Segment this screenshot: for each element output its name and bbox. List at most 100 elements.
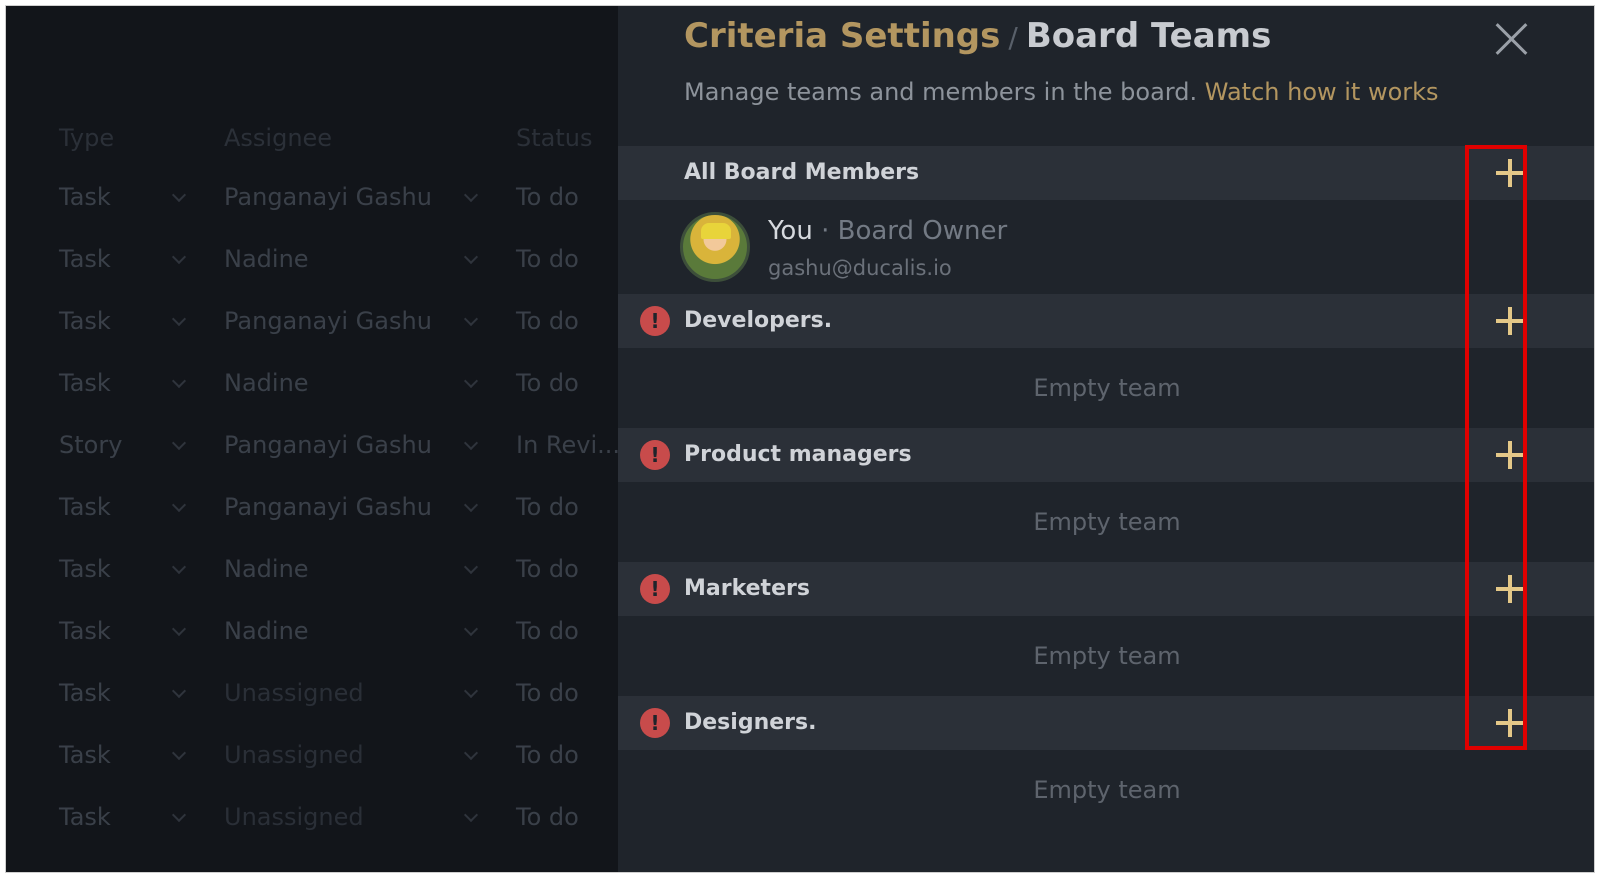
table-row[interactable]: Task Unassigned To do: [6, 786, 618, 848]
assignee-cell: Nadine: [224, 555, 309, 583]
chevron-down-icon[interactable]: [171, 497, 187, 513]
type-cell: Task: [59, 369, 111, 397]
watch-how-it-works-link[interactable]: Watch how it works: [1205, 78, 1439, 106]
team-body: Empty team: [618, 482, 1594, 562]
status-cell: To do: [516, 679, 579, 707]
member-row: You · Board Owner gashu@ducalis.io: [618, 200, 1594, 294]
assignee-cell: Panganayi Gashu: [224, 183, 432, 211]
status-cell: In Revi...: [516, 431, 621, 459]
assignee-cell: Nadine: [224, 369, 309, 397]
panel-subtitle: Manage teams and members in the board. W…: [684, 78, 1439, 106]
add-member-button[interactable]: [1495, 708, 1525, 738]
status-cell: To do: [516, 493, 579, 521]
type-cell: Task: [59, 183, 111, 211]
add-member-button[interactable]: [1495, 440, 1525, 470]
task-table-backdrop: Type Assignee Status Task Panganayi Gash…: [6, 6, 621, 872]
alert-icon: !: [640, 306, 670, 336]
status-cell: To do: [516, 555, 579, 583]
status-cell: To do: [516, 307, 579, 335]
status-cell: To do: [516, 369, 579, 397]
empty-team-label: Empty team: [1033, 374, 1181, 402]
table-row[interactable]: Task Nadine To do: [6, 228, 618, 290]
assignee-cell: Unassigned: [224, 803, 364, 831]
chevron-down-icon[interactable]: [171, 807, 187, 823]
chevron-down-icon[interactable]: [463, 311, 479, 327]
team-body: Empty team: [618, 348, 1594, 428]
member-email: gashu@ducalis.io: [768, 256, 952, 280]
assignee-cell: Nadine: [224, 617, 309, 645]
assignee-cell: Panganayi Gashu: [224, 493, 432, 521]
section-all-board-members: All Board Members: [618, 146, 1594, 200]
assignee-cell: Unassigned: [224, 679, 364, 707]
alert-icon: !: [640, 440, 670, 470]
status-cell: To do: [516, 803, 579, 831]
chevron-down-icon[interactable]: [171, 373, 187, 389]
type-cell: Task: [59, 741, 111, 769]
member-role: · Board Owner: [821, 216, 1008, 246]
subtitle-text: Manage teams and members in the board.: [684, 78, 1198, 106]
column-header-status: Status: [516, 124, 593, 152]
board-teams-panel: Criteria Settings / Board Teams Manage tea…: [618, 6, 1594, 872]
table-row[interactable]: Task Unassigned To do: [6, 662, 618, 724]
table-row[interactable]: Task Panganayi Gashu To do: [6, 166, 618, 228]
page-title: Board Teams: [1025, 16, 1272, 56]
table-row[interactable]: Task Panganayi Gashu To do: [6, 290, 618, 352]
empty-team-label: Empty team: [1033, 776, 1181, 804]
section-team-product-managers: ! Product managers: [618, 428, 1594, 482]
assignee-cell: Unassigned: [224, 741, 364, 769]
section-team-developers: ! Developers.: [618, 294, 1594, 348]
chevron-down-icon[interactable]: [171, 187, 187, 203]
empty-team-label: Empty team: [1033, 642, 1181, 670]
status-cell: To do: [516, 245, 579, 273]
status-cell: To do: [516, 741, 579, 769]
team-title: Product managers: [684, 442, 912, 467]
section-team-marketers: ! Marketers: [618, 562, 1594, 616]
section-team-designers: ! Designers.: [618, 696, 1594, 750]
chevron-down-icon[interactable]: [171, 683, 187, 699]
chevron-down-icon[interactable]: [463, 435, 479, 451]
section-title: All Board Members: [684, 160, 920, 185]
close-icon[interactable]: [1494, 22, 1528, 56]
team-title: Designers.: [684, 710, 817, 735]
team-title: Developers.: [684, 308, 833, 333]
table-row[interactable]: Task Unassigned To do: [6, 724, 618, 786]
avatar: [680, 212, 750, 282]
type-cell: Task: [59, 493, 111, 521]
chevron-down-icon[interactable]: [463, 621, 479, 637]
member-name: You: [768, 216, 813, 246]
chevron-down-icon[interactable]: [463, 497, 479, 513]
app-frame: Type Assignee Status Task Panganayi Gash…: [5, 5, 1595, 873]
column-header-assignee: Assignee: [224, 124, 333, 152]
chevron-down-icon[interactable]: [463, 745, 479, 761]
chevron-down-icon[interactable]: [463, 249, 479, 265]
chevron-down-icon[interactable]: [463, 187, 479, 203]
column-header-type: Type: [59, 124, 115, 152]
chevron-down-icon[interactable]: [171, 745, 187, 761]
breadcrumb: Criteria Settings / Board Teams: [684, 16, 1271, 56]
team-body: Empty team: [618, 750, 1594, 830]
add-member-button[interactable]: [1495, 158, 1525, 188]
type-cell: Task: [59, 307, 111, 335]
assignee-cell: Panganayi Gashu: [224, 431, 432, 459]
table-row[interactable]: Story Panganayi Gashu In Revi...: [6, 414, 621, 476]
breadcrumb-criteria-settings[interactable]: Criteria Settings: [684, 16, 1000, 56]
add-member-button[interactable]: [1495, 574, 1525, 604]
chevron-down-icon[interactable]: [171, 621, 187, 637]
chevron-down-icon[interactable]: [171, 559, 187, 575]
table-row[interactable]: Task Nadine To do: [6, 538, 618, 600]
chevron-down-icon[interactable]: [463, 683, 479, 699]
table-row[interactable]: Task Nadine To do: [6, 600, 618, 662]
table-row[interactable]: Task Nadine To do: [6, 352, 618, 414]
chevron-down-icon[interactable]: [463, 807, 479, 823]
type-cell: Task: [59, 617, 111, 645]
status-cell: To do: [516, 617, 579, 645]
type-cell: Task: [59, 803, 111, 831]
chevron-down-icon[interactable]: [171, 435, 187, 451]
type-cell: Task: [59, 555, 111, 583]
chevron-down-icon[interactable]: [463, 559, 479, 575]
chevron-down-icon[interactable]: [171, 311, 187, 327]
table-row[interactable]: Task Panganayi Gashu To do: [6, 476, 618, 538]
chevron-down-icon[interactable]: [171, 249, 187, 265]
add-member-button[interactable]: [1495, 306, 1525, 336]
chevron-down-icon[interactable]: [463, 373, 479, 389]
